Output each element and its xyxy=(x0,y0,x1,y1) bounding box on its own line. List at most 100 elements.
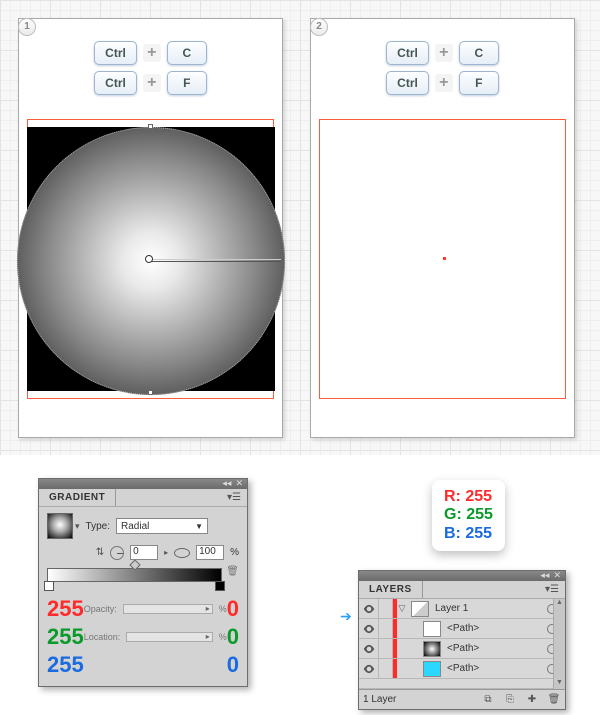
shortcut-row-copy: Ctrl + C xyxy=(19,41,282,65)
new-sublayer-icon[interactable]: ⎘ xyxy=(503,694,517,705)
gradient-swatch[interactable] xyxy=(47,513,73,539)
tooltip-g-val: 255 xyxy=(466,506,493,523)
location-label: Location: xyxy=(84,632,121,642)
new-layer-icon[interactable]: ✚ xyxy=(525,694,539,705)
sublayer-name[interactable]: <Path> xyxy=(445,663,539,674)
gradient-stop-right[interactable] xyxy=(215,581,225,591)
layer-name[interactable]: Layer 1 xyxy=(433,603,539,614)
gradient-type-value: Radial xyxy=(121,521,149,532)
arrow-indicator-icon: ➔ xyxy=(340,608,352,625)
layer-count: 1 Layer xyxy=(363,694,396,705)
visibility-toggle[interactable] xyxy=(359,599,379,618)
key-c[interactable]: C xyxy=(459,41,499,65)
gradient-type-dropdown[interactable]: Radial ▼ xyxy=(116,518,208,534)
panel-menu-icon[interactable]: ▾☰ xyxy=(221,492,247,503)
trash-icon[interactable]: 🗑 xyxy=(226,566,239,577)
color-bar xyxy=(393,659,397,678)
layer-thumbnail xyxy=(423,661,441,677)
layer-row-path-cyan[interactable]: <Path> xyxy=(359,659,565,679)
artboard-badge-1: 1 xyxy=(18,18,36,36)
chevron-down-icon: ▼ xyxy=(195,522,203,531)
tooltip-b-label: B: xyxy=(444,525,461,542)
gradient-annotator[interactable] xyxy=(151,259,281,262)
sublayer-name[interactable]: <Path> xyxy=(445,643,539,654)
left-b: 255 xyxy=(47,652,84,678)
bbox-handle[interactable] xyxy=(148,390,153,395)
right-g: 0 xyxy=(227,624,239,650)
disclosure-triangle[interactable]: ▽ xyxy=(397,603,407,614)
panel-menu-icon[interactable]: ▾☰ xyxy=(539,584,565,595)
angle-dial[interactable] xyxy=(110,546,124,560)
artboard-1: 1 Ctrl + C Ctrl + F xyxy=(18,18,283,438)
layer-row-parent[interactable]: ▽ Layer 1 xyxy=(359,599,565,619)
panel-titlebar[interactable]: ◂◂ ✕ xyxy=(359,571,565,581)
panel-titlebar[interactable]: ◂◂ ✕ xyxy=(39,479,247,489)
key-f[interactable]: F xyxy=(459,71,499,95)
artboard-badge-2: 2 xyxy=(310,18,328,36)
percent-label: % xyxy=(219,632,227,642)
plus-icon: + xyxy=(435,44,453,62)
aspect-icon xyxy=(174,548,190,558)
sublayer-name[interactable]: <Path> xyxy=(445,623,539,634)
scrollbar[interactable]: ▲ ▼ xyxy=(553,599,565,689)
tooltip-r-label: R: xyxy=(444,488,461,505)
right-b: 0 xyxy=(227,652,239,678)
bbox-handle[interactable] xyxy=(148,124,153,129)
aspect-input[interactable]: 100 xyxy=(196,545,224,560)
layer-thumbnail xyxy=(423,621,441,637)
percent-label: % xyxy=(219,604,227,614)
plus-icon: + xyxy=(435,74,453,92)
key-ctrl[interactable]: Ctrl xyxy=(386,41,429,65)
plus-icon: + xyxy=(143,44,161,62)
gradient-ramp[interactable] xyxy=(47,568,222,582)
opacity-label: Opacity: xyxy=(84,604,117,614)
center-point xyxy=(443,257,446,260)
lock-cell[interactable] xyxy=(379,599,393,618)
lock-cell[interactable] xyxy=(379,619,393,638)
lock-cell[interactable] xyxy=(379,659,393,678)
layers-tab[interactable]: LAYERS xyxy=(359,581,423,598)
visibility-toggle[interactable] xyxy=(359,639,379,658)
gradient-stop-left[interactable] xyxy=(44,581,54,591)
layer-row-path-white[interactable]: <Path> xyxy=(359,619,565,639)
key-ctrl[interactable]: Ctrl xyxy=(386,71,429,95)
angle-caret-icon[interactable]: ▸ xyxy=(164,548,168,557)
location-slider[interactable]: ▸ xyxy=(126,632,212,642)
make-clip-icon[interactable]: ⧉ xyxy=(481,694,495,705)
left-g: 255 xyxy=(47,624,84,650)
layers-footer: 1 Layer ⧉ ⎘ ✚ 🗑 xyxy=(359,689,565,709)
swatch-dropdown-icon[interactable]: ▾ xyxy=(75,521,80,532)
panel-close-icon[interactable]: ✕ xyxy=(553,570,561,581)
visibility-toggle[interactable] xyxy=(359,659,379,678)
shortcut-row-copy: Ctrl + C xyxy=(311,41,574,65)
panel-collapse-icon[interactable]: ◂◂ xyxy=(222,478,231,489)
panel-close-icon[interactable]: ✕ xyxy=(235,478,243,489)
panel-collapse-icon[interactable]: ◂◂ xyxy=(540,570,549,581)
key-ctrl[interactable]: Ctrl xyxy=(94,41,137,65)
tooltip-g-label: G: xyxy=(444,506,462,523)
right-r: 0 xyxy=(227,596,239,622)
angle-input[interactable]: 0 xyxy=(130,545,158,560)
swap-icon[interactable]: ⇅ xyxy=(96,547,104,558)
layer-row-path-gradient[interactable]: <Path> xyxy=(359,639,565,659)
tooltip-b-val: 255 xyxy=(465,525,492,542)
color-bar xyxy=(393,619,397,638)
visibility-toggle[interactable] xyxy=(359,619,379,638)
type-label: Type: xyxy=(86,521,110,532)
key-f[interactable]: F xyxy=(167,71,207,95)
layer-thumbnail xyxy=(411,601,429,617)
key-ctrl[interactable]: Ctrl xyxy=(94,71,137,95)
rgb-tooltip: R: 255 G: 255 B: 255 xyxy=(432,480,505,551)
opacity-slider[interactable]: ▸ xyxy=(123,604,213,614)
delete-layer-icon[interactable]: 🗑 xyxy=(547,694,561,705)
tooltip-r-val: 255 xyxy=(465,488,492,505)
shortcut-row-paste-front: Ctrl + F xyxy=(311,71,574,95)
lock-cell[interactable] xyxy=(379,639,393,658)
plus-icon: + xyxy=(143,74,161,92)
midpoint-diamond[interactable] xyxy=(129,559,140,570)
percent-label: % xyxy=(230,547,239,558)
left-r: 255 xyxy=(47,596,84,622)
gradient-origin-handle[interactable] xyxy=(145,255,153,263)
key-c[interactable]: C xyxy=(167,41,207,65)
gradient-tab[interactable]: GRADIENT xyxy=(39,489,116,506)
